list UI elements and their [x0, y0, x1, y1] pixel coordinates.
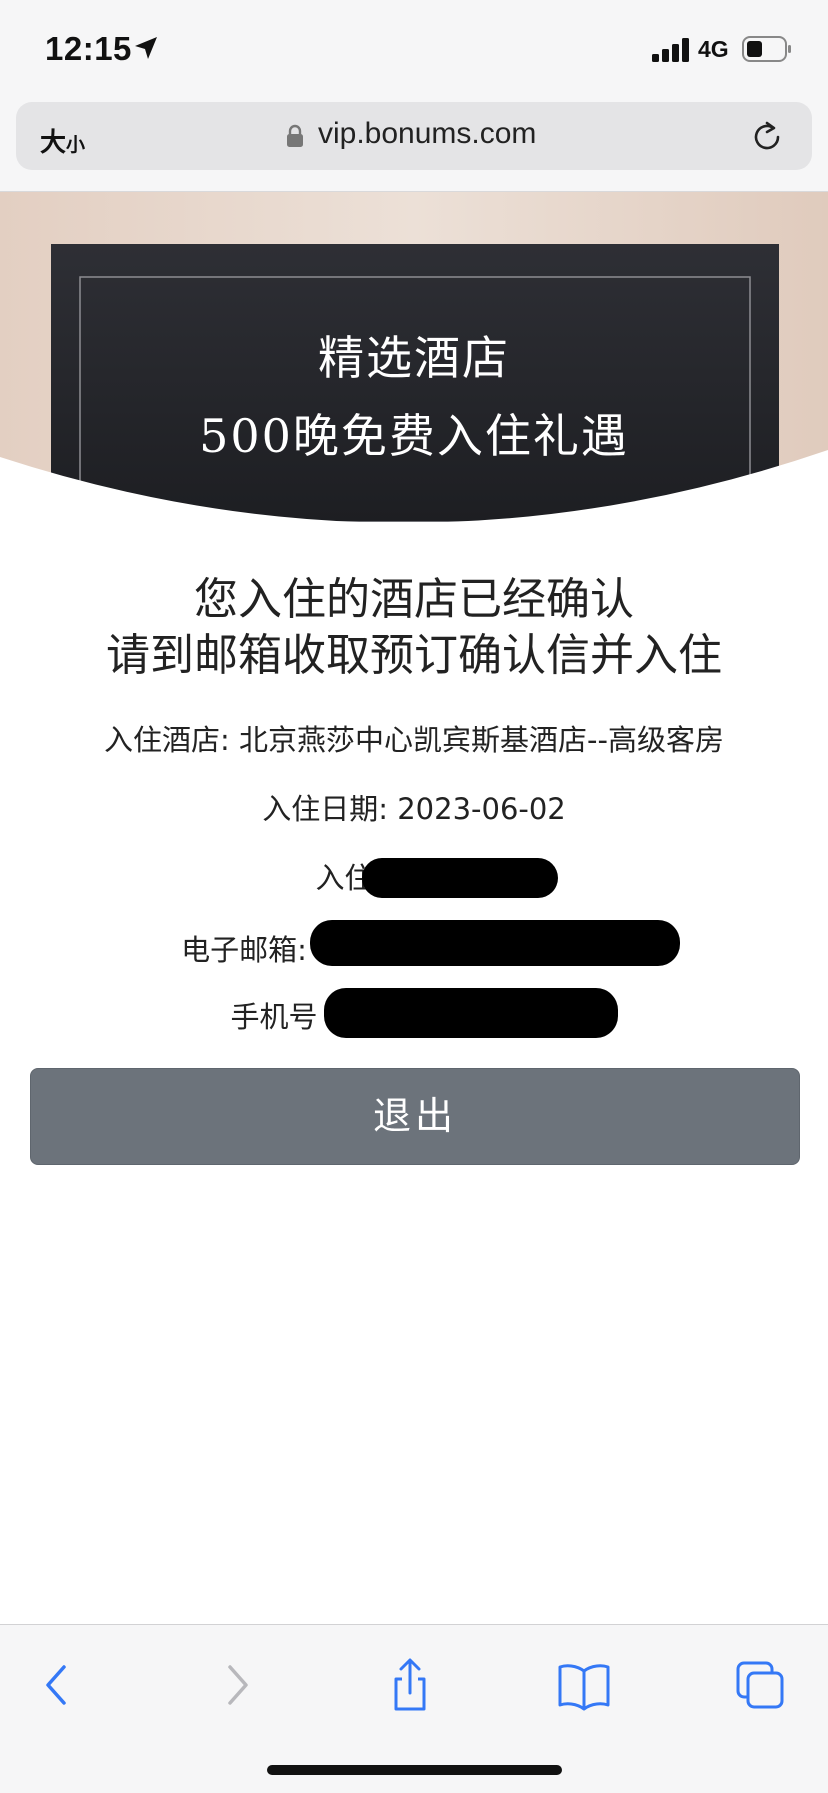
address-bar[interactable]: 大小 vip.bonums.com [16, 102, 812, 170]
network-type: 4G [698, 36, 729, 62]
battery-icon [742, 36, 791, 62]
banner-subtitle: 500晚免费入住礼遇 [199, 409, 629, 463]
back-icon[interactable] [28, 1655, 88, 1715]
reload-icon[interactable] [750, 120, 784, 154]
redaction-mark [310, 920, 680, 966]
hotel-info: 入住酒店: 北京燕莎中心凯宾斯基酒店--高级客房 [104, 723, 724, 757]
text-size-small: 小 [66, 134, 86, 156]
bookmarks-icon[interactable] [554, 1655, 614, 1715]
redaction-mark [362, 858, 558, 898]
url-text[interactable]: vip.bonums.com [318, 117, 536, 151]
status-bar: 12:15 4G [0, 0, 828, 100]
cellular-signal-icon [652, 38, 689, 62]
text-size-large: 大 [40, 128, 67, 158]
checkin-date: 入住日期: 2023-06-02 [262, 792, 566, 826]
lock-icon [287, 124, 303, 147]
browser-address-area: 大小 vip.bonums.com [0, 100, 828, 192]
confirmation-subheadline: 请到邮箱收取预订确认信并入住 [106, 630, 722, 681]
redaction-mark [324, 988, 618, 1038]
tabs-icon[interactable] [730, 1655, 790, 1715]
share-icon[interactable] [380, 1655, 440, 1715]
exit-button[interactable]: 退出 [30, 1068, 800, 1165]
forward-icon[interactable] [206, 1655, 266, 1715]
banner-title: 精选酒店 [318, 331, 510, 385]
confirmation-headline: 您入住的酒店已经确认 [194, 574, 634, 625]
text-size-button[interactable]: 大小 [40, 122, 85, 159]
home-indicator[interactable] [267, 1765, 562, 1775]
phone-label: 手机号 [230, 1000, 318, 1034]
email-label: 电子邮箱: [181, 933, 307, 967]
status-time: 12:15 [45, 30, 132, 67]
location-arrow-icon [135, 37, 157, 59]
